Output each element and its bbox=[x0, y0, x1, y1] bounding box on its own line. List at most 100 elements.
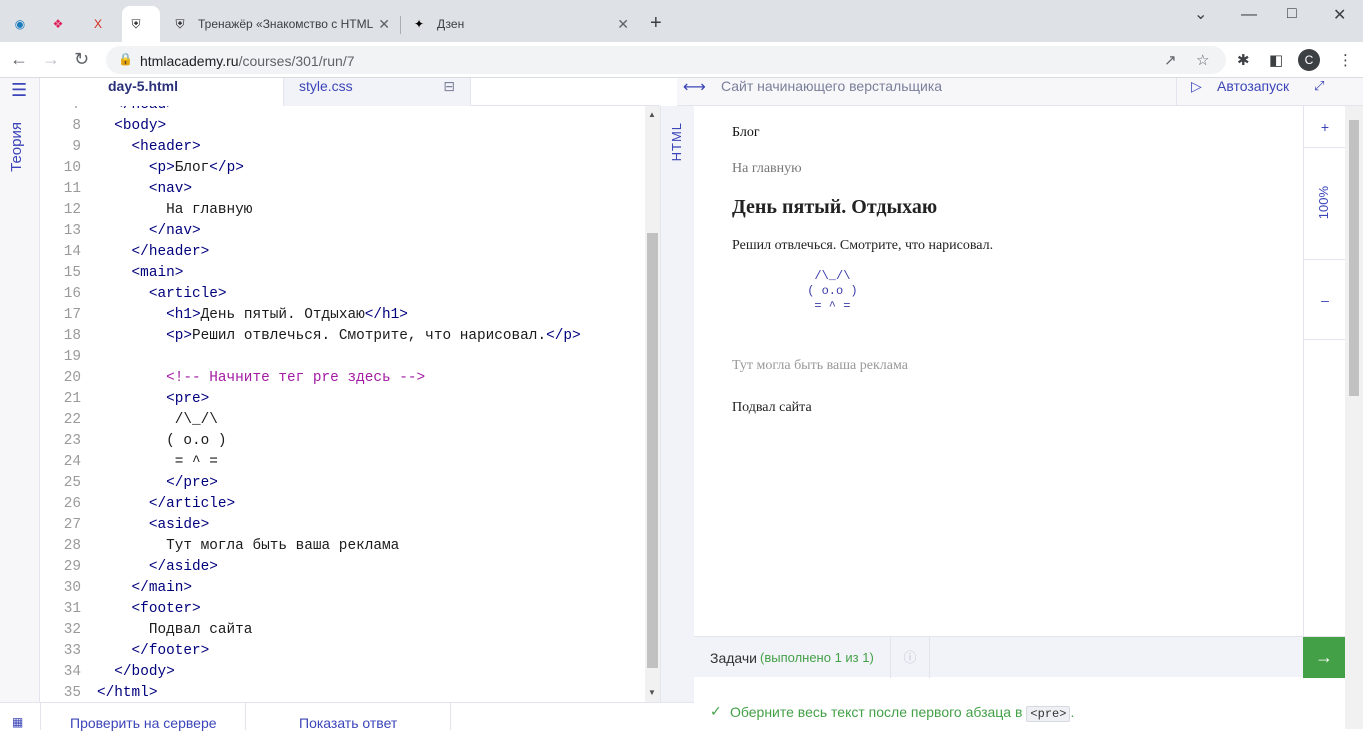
code-line[interactable]: 32 Подвал сайта bbox=[41, 620, 645, 641]
task-tail: . bbox=[1070, 704, 1075, 720]
code-line[interactable]: 13 </nav> bbox=[41, 221, 645, 242]
lock-icon[interactable]: 🔒 bbox=[118, 52, 133, 66]
tab-search-chevron-icon[interactable]: ⌄ bbox=[1194, 4, 1207, 24]
line-code: Тут могла быть ваша реклама bbox=[97, 538, 400, 554]
close-window-icon[interactable]: ✕ bbox=[1333, 5, 1346, 25]
line-code: </pre> bbox=[166, 475, 218, 491]
line-code: <h1>День пятый. Отдыхаю</h1> bbox=[166, 307, 408, 323]
autostart-toggle[interactable]: ▷ Автозапуск bbox=[1176, 78, 1296, 106]
tasks-label[interactable]: Задачи bbox=[710, 650, 757, 666]
figure-logo-icon: Χ bbox=[93, 17, 102, 31]
code-line[interactable]: 8 <body> bbox=[41, 116, 645, 137]
code-line[interactable]: 22 /\_/\ bbox=[41, 410, 645, 431]
html-panel-label[interactable]: HTML bbox=[669, 122, 684, 161]
split-view-icon[interactable]: ⊟ bbox=[443, 78, 455, 94]
divider bbox=[245, 703, 246, 730]
zoom-level: 100% bbox=[1316, 186, 1331, 220]
line-code: </nav> bbox=[148, 223, 201, 239]
line-code: <footer> bbox=[131, 601, 201, 617]
code-line[interactable]: 26 </article> bbox=[41, 494, 645, 515]
code-line[interactable]: 21 <pre> bbox=[41, 389, 645, 410]
pinned-tab-active[interactable]: ⛨ bbox=[122, 6, 160, 42]
code-line[interactable]: 23 ( o.o ) bbox=[41, 431, 645, 452]
line-code: </body> bbox=[114, 664, 175, 680]
code-editor[interactable]: 7 </head>8 <body>9 <header>10 <p>Блог</p… bbox=[41, 106, 645, 702]
scroll-up-arrow-icon[interactable]: ▲ bbox=[648, 110, 656, 119]
line-number: 7 bbox=[41, 106, 81, 116]
code-line[interactable]: 27 <aside> bbox=[41, 515, 645, 536]
address-bar[interactable]: 🔒 htmlacademy.ru/courses/301/run/7 ↗ ☆ bbox=[106, 46, 1226, 74]
side-panel-icon[interactable]: ◧ bbox=[1269, 51, 1283, 69]
task-code-chip: <pre> bbox=[1026, 706, 1071, 722]
code-line[interactable]: 34 </body> bbox=[41, 662, 645, 683]
code-line[interactable]: 7 </head> bbox=[41, 106, 645, 116]
code-line[interactable]: 16 <article> bbox=[41, 284, 645, 305]
scroll-down-arrow-icon[interactable]: ▼ bbox=[648, 688, 656, 697]
profile-avatar[interactable]: C bbox=[1298, 49, 1320, 71]
pinned-tab-1[interactable]: ◉ bbox=[6, 6, 44, 42]
close-tab-icon[interactable]: ✕ bbox=[617, 16, 629, 33]
expand-horizontal-icon[interactable]: ⟷ bbox=[683, 77, 706, 97]
autostart-label: Автозапуск bbox=[1217, 78, 1290, 94]
line-code: <pre> bbox=[166, 391, 210, 407]
tab-style-css[interactable]: style.css ⊟ bbox=[283, 78, 471, 106]
editor-scrollbar-thumb[interactable] bbox=[647, 233, 658, 668]
tab-title: Дзен bbox=[437, 17, 465, 31]
next-step-button[interactable]: → bbox=[1303, 637, 1345, 678]
code-line[interactable]: 25 </pre> bbox=[41, 473, 645, 494]
editor-scrollbar[interactable]: ▲ ▼ bbox=[645, 106, 660, 702]
code-line[interactable]: 35 </html> bbox=[41, 683, 645, 702]
code-line[interactable]: 12 На главную bbox=[41, 200, 645, 221]
tab-day-5-html[interactable]: day-5.html bbox=[93, 78, 283, 106]
line-number: 12 bbox=[63, 202, 81, 218]
line-number: 24 bbox=[63, 454, 81, 470]
code-line[interactable]: 18 <p>Решил отвлечься. Смотрите, что нар… bbox=[41, 326, 645, 347]
bookmark-star-icon[interactable]: ☆ bbox=[1196, 51, 1209, 69]
pinned-tab-3[interactable]: Χ bbox=[84, 6, 122, 42]
line-number: 35 bbox=[63, 685, 81, 701]
kebab-menu-icon[interactable]: ⋮ bbox=[1338, 51, 1353, 69]
code-line[interactable]: 9 <header> bbox=[41, 137, 645, 158]
zoom-out-button[interactable]: – bbox=[1304, 260, 1346, 340]
new-tab-button[interactable]: + bbox=[650, 13, 662, 33]
info-icon[interactable]: ⓘ bbox=[890, 637, 930, 678]
pinned-tab-2[interactable]: ❖ bbox=[44, 6, 82, 42]
code-line[interactable]: 19 bbox=[41, 347, 645, 368]
keyboard-icon[interactable]: ▦ bbox=[12, 715, 23, 729]
tab-title: Тренажёр «Знакомство с HTML bbox=[198, 17, 374, 31]
fullscreen-icon[interactable]: ⤢ bbox=[1314, 78, 1324, 94]
code-line[interactable]: 29 </aside> bbox=[41, 557, 645, 578]
code-line[interactable]: 33 </footer> bbox=[41, 641, 645, 662]
back-arrow-icon[interactable]: ← bbox=[10, 50, 28, 68]
extensions-puzzle-icon[interactable]: ✱ bbox=[1237, 51, 1250, 69]
tab-dzen[interactable]: ✦ Дзен ✕ bbox=[401, 6, 639, 42]
maximize-icon[interactable]: □ bbox=[1287, 5, 1297, 23]
code-line[interactable]: 11 <nav> bbox=[41, 179, 645, 200]
code-line[interactable]: 15 <main> bbox=[41, 263, 645, 284]
code-line[interactable]: 14 </header> bbox=[41, 242, 645, 263]
html-rail: HTML bbox=[660, 106, 694, 702]
zoom-in-button[interactable]: + bbox=[1304, 106, 1346, 148]
code-line[interactable]: 10 <p>Блог</p> bbox=[41, 158, 645, 179]
line-code: </footer> bbox=[131, 643, 210, 659]
reload-icon[interactable]: ↻ bbox=[74, 50, 89, 68]
code-line[interactable]: 17 <h1>День пятый. Отдыхаю</h1> bbox=[41, 305, 645, 326]
dzen-logo-icon: ✦ bbox=[413, 17, 425, 31]
preview-nav: На главную bbox=[732, 161, 802, 176]
share-icon[interactable]: ↗ bbox=[1164, 51, 1177, 69]
code-line[interactable]: 28 Тут могла быть ваша реклама bbox=[41, 536, 645, 557]
code-line[interactable]: 30 </main> bbox=[41, 578, 645, 599]
code-line[interactable]: 31 <footer> bbox=[41, 599, 645, 620]
close-tab-icon[interactable]: ✕ bbox=[378, 16, 390, 33]
tab-htmlacademy[interactable]: ⛨ Тренажёр «Знакомство с HTML ✕ bbox=[162, 6, 400, 42]
theory-tab[interactable]: Теория bbox=[8, 122, 25, 172]
minimize-icon[interactable]: — bbox=[1241, 6, 1257, 24]
preview-scrollbar[interactable] bbox=[1345, 106, 1363, 729]
code-line[interactable]: 24 = ^ = bbox=[41, 452, 645, 473]
hamburger-menu-icon[interactable]: ☰ bbox=[11, 80, 27, 101]
forward-arrow-icon[interactable]: → bbox=[42, 50, 60, 68]
slack-logo-icon: ❖ bbox=[52, 17, 64, 31]
preview-scrollbar-thumb[interactable] bbox=[1349, 120, 1359, 396]
code-line[interactable]: 20 <!-- Начните тег pre здесь --> bbox=[41, 368, 645, 389]
line-code: /\_/\ bbox=[97, 412, 218, 428]
